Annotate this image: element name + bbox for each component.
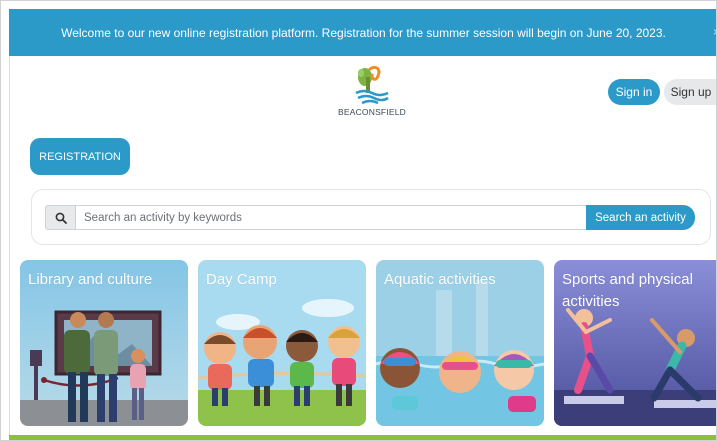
footer-bar bbox=[9, 435, 716, 440]
search-icon[interactable] bbox=[45, 205, 75, 230]
search-activity-button[interactable]: Search an activity bbox=[586, 205, 695, 230]
close-icon[interactable]: × bbox=[713, 25, 716, 39]
category-card-library[interactable]: Library and culture bbox=[20, 260, 188, 426]
category-label: Day Camp bbox=[206, 271, 277, 288]
beaconsfield-logo-icon bbox=[355, 65, 389, 105]
brand-name: BEACONSFIELD bbox=[337, 107, 407, 117]
category-label: Library and culture bbox=[28, 271, 153, 288]
search-input[interactable] bbox=[75, 205, 587, 230]
registration-button[interactable]: REGISTRATION bbox=[30, 138, 130, 175]
page-frame: Welcome to our new online registration p… bbox=[0, 0, 717, 441]
category-card-sports[interactable]: Sports and physical activities bbox=[554, 260, 716, 426]
announcement-text: Welcome to our new online registration p… bbox=[61, 25, 666, 40]
category-card-aquatic[interactable]: Aquatic activities bbox=[376, 260, 544, 426]
sign-in-button[interactable]: Sign in bbox=[608, 79, 660, 105]
category-card-day-camp[interactable]: Day Camp bbox=[198, 260, 366, 426]
sign-up-button[interactable]: Sign up bbox=[664, 79, 716, 105]
category-label: Aquatic activities bbox=[384, 271, 496, 288]
site-logo[interactable]: BEACONSFIELD bbox=[337, 63, 407, 121]
magnifier-glyph bbox=[55, 212, 67, 224]
announcement-banner: Welcome to our new online registration p… bbox=[9, 9, 716, 56]
category-label: Sports and physical activities bbox=[562, 271, 693, 310]
left-border bbox=[9, 56, 10, 436]
